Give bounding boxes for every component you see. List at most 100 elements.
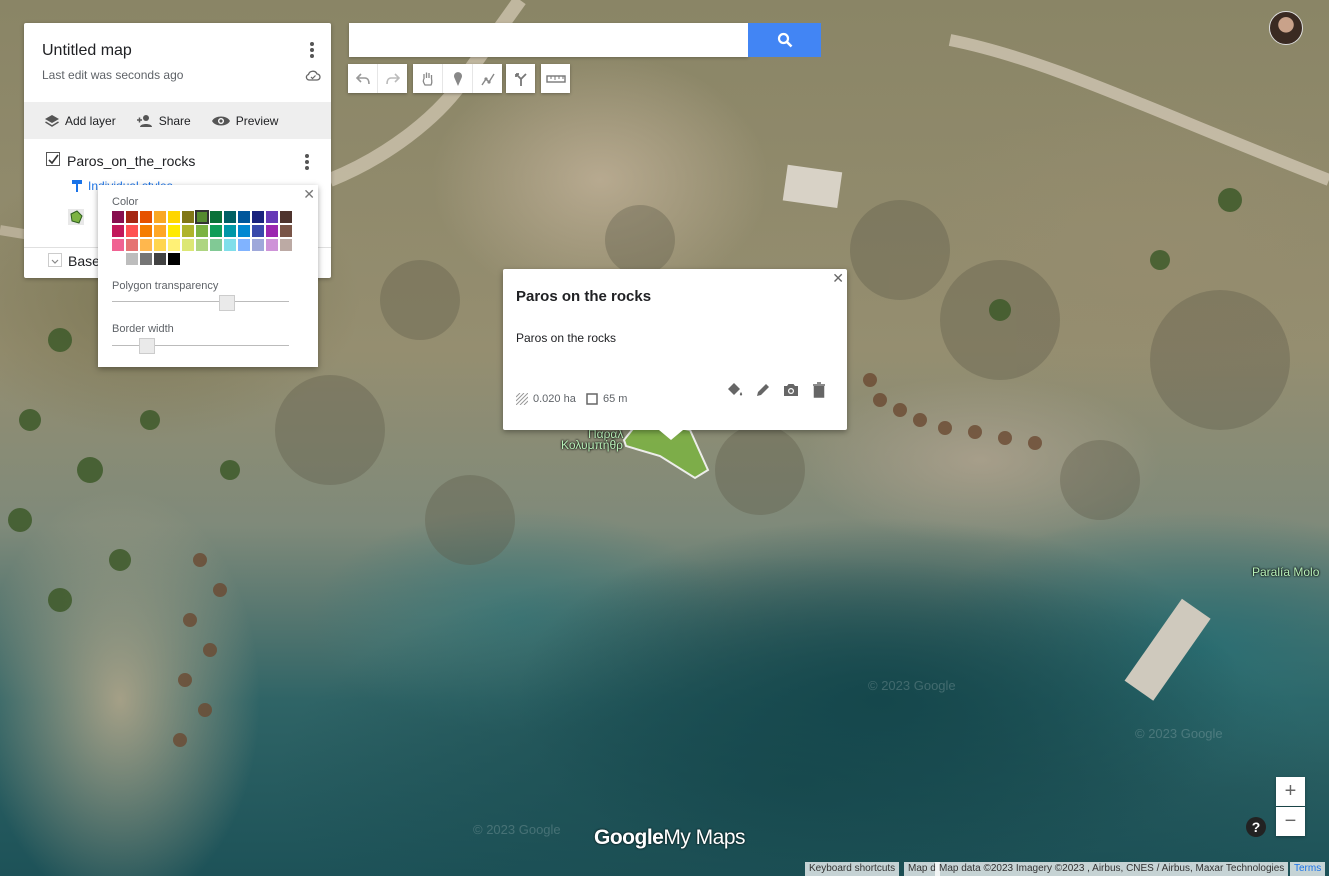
color-swatch[interactable] bbox=[154, 211, 166, 223]
add-photo-button[interactable] bbox=[781, 381, 801, 399]
color-swatch[interactable] bbox=[280, 225, 292, 237]
map-options-menu-icon[interactable] bbox=[309, 41, 315, 59]
check-icon bbox=[48, 154, 59, 165]
color-swatch[interactable] bbox=[224, 211, 236, 223]
color-swatch[interactable] bbox=[224, 225, 236, 237]
border-width-slider-handle[interactable] bbox=[139, 338, 156, 354]
color-swatch[interactable] bbox=[140, 239, 152, 251]
color-swatch[interactable] bbox=[168, 225, 180, 237]
color-swatch[interactable] bbox=[196, 225, 208, 237]
undo-button[interactable] bbox=[348, 64, 378, 93]
color-swatch[interactable] bbox=[154, 225, 166, 237]
search-box bbox=[349, 23, 748, 57]
add-person-icon bbox=[136, 114, 152, 127]
color-swatch[interactable] bbox=[126, 225, 138, 237]
road bbox=[948, 34, 1329, 186]
hand-icon bbox=[422, 72, 432, 86]
edit-button[interactable] bbox=[753, 381, 773, 399]
zoom-in-button[interactable]: + bbox=[1276, 777, 1305, 806]
google-my-maps-logo: GoogleMy Maps bbox=[594, 826, 746, 850]
color-swatch[interactable] bbox=[196, 239, 208, 251]
color-swatch[interactable] bbox=[224, 239, 236, 251]
color-swatch[interactable] bbox=[238, 239, 250, 251]
layer-name[interactable]: Paros_on_the_rocks bbox=[67, 153, 195, 169]
search-input[interactable] bbox=[359, 23, 743, 57]
pier bbox=[1124, 598, 1211, 701]
color-swatch[interactable] bbox=[112, 225, 124, 237]
eye-icon bbox=[211, 116, 230, 125]
terms-link[interactable]: Terms bbox=[1290, 862, 1326, 876]
color-swatch[interactable] bbox=[195, 210, 209, 224]
area-measure: 0.020 ha bbox=[516, 393, 576, 405]
color-swatch[interactable] bbox=[182, 211, 194, 223]
color-swatch[interactable] bbox=[252, 239, 264, 251]
color-swatch[interactable] bbox=[210, 225, 222, 237]
color-swatch[interactable] bbox=[140, 253, 152, 265]
polygon-item-icon[interactable] bbox=[68, 209, 84, 225]
color-swatch[interactable] bbox=[140, 225, 152, 237]
last-edit-status: Last edit was seconds ago bbox=[42, 68, 184, 82]
paint-roller-icon bbox=[72, 180, 82, 192]
color-swatch[interactable] bbox=[252, 211, 264, 223]
close-card-icon[interactable]: ✕ bbox=[832, 270, 844, 287]
perimeter-icon bbox=[586, 393, 598, 405]
transparency-slider-track[interactable] bbox=[112, 301, 289, 302]
color-swatch[interactable] bbox=[168, 239, 180, 251]
close-popup-icon[interactable]: ✕ bbox=[303, 186, 315, 203]
add-layer-button[interactable]: Add layer bbox=[44, 114, 116, 128]
color-swatch[interactable] bbox=[168, 253, 180, 265]
preview-button[interactable]: Preview bbox=[211, 114, 278, 128]
border-width-label: Border width bbox=[112, 323, 174, 335]
color-swatch[interactable] bbox=[280, 211, 292, 223]
transparency-slider-handle[interactable] bbox=[219, 295, 236, 311]
zoom-out-button[interactable]: − bbox=[1276, 807, 1305, 836]
help-button[interactable]: ? bbox=[1246, 817, 1266, 837]
color-swatch[interactable] bbox=[280, 239, 292, 251]
color-swatch[interactable] bbox=[238, 225, 250, 237]
color-swatch[interactable] bbox=[182, 225, 194, 237]
add-directions-button[interactable] bbox=[506, 64, 535, 93]
map-title[interactable]: Untitled map bbox=[42, 42, 132, 60]
color-swatch[interactable] bbox=[266, 225, 278, 237]
building bbox=[782, 164, 843, 209]
feature-title: Paros on the rocks bbox=[516, 288, 652, 305]
measure-button[interactable] bbox=[541, 64, 570, 93]
user-avatar[interactable] bbox=[1269, 11, 1303, 45]
redo-button[interactable] bbox=[378, 64, 407, 93]
color-swatch[interactable] bbox=[210, 239, 222, 251]
base-map-toggle[interactable] bbox=[48, 253, 62, 267]
color-swatch[interactable] bbox=[210, 211, 222, 223]
layer-options-menu-icon[interactable] bbox=[304, 153, 310, 171]
color-swatch[interactable] bbox=[126, 211, 138, 223]
add-marker-button[interactable] bbox=[443, 64, 473, 93]
marker-icon bbox=[453, 71, 462, 86]
color-swatch[interactable] bbox=[266, 211, 278, 223]
keyboard-shortcuts-link[interactable]: Keyboard shortcuts bbox=[805, 862, 900, 876]
color-swatch[interactable] bbox=[154, 253, 166, 265]
color-swatch[interactable] bbox=[126, 253, 138, 265]
draw-line-button[interactable] bbox=[473, 64, 502, 93]
watermark: © 2023 Google bbox=[868, 678, 956, 693]
area-value: 0.020 ha bbox=[533, 393, 576, 405]
select-tool-button[interactable] bbox=[413, 64, 443, 93]
color-swatch[interactable] bbox=[112, 239, 124, 251]
color-swatch[interactable] bbox=[182, 239, 194, 251]
color-swatch[interactable] bbox=[266, 239, 278, 251]
trash-icon bbox=[813, 382, 825, 398]
color-swatch[interactable] bbox=[154, 239, 166, 251]
color-swatch[interactable] bbox=[238, 211, 250, 223]
style-button[interactable] bbox=[725, 381, 745, 399]
search-button[interactable] bbox=[748, 23, 821, 57]
area-hatch-icon bbox=[516, 393, 528, 405]
draw-toolbar bbox=[413, 64, 502, 93]
color-swatch[interactable] bbox=[168, 211, 180, 223]
cloud-saved-icon bbox=[305, 70, 321, 81]
color-swatch[interactable] bbox=[126, 239, 138, 251]
delete-button[interactable] bbox=[809, 381, 829, 399]
color-swatch[interactable] bbox=[112, 211, 124, 223]
color-swatch[interactable] bbox=[140, 211, 152, 223]
layer-row: Paros_on_the_rocks bbox=[24, 150, 331, 176]
layer-visibility-checkbox[interactable] bbox=[46, 152, 60, 166]
share-button[interactable]: Share bbox=[136, 114, 191, 128]
color-swatch[interactable] bbox=[252, 225, 264, 237]
